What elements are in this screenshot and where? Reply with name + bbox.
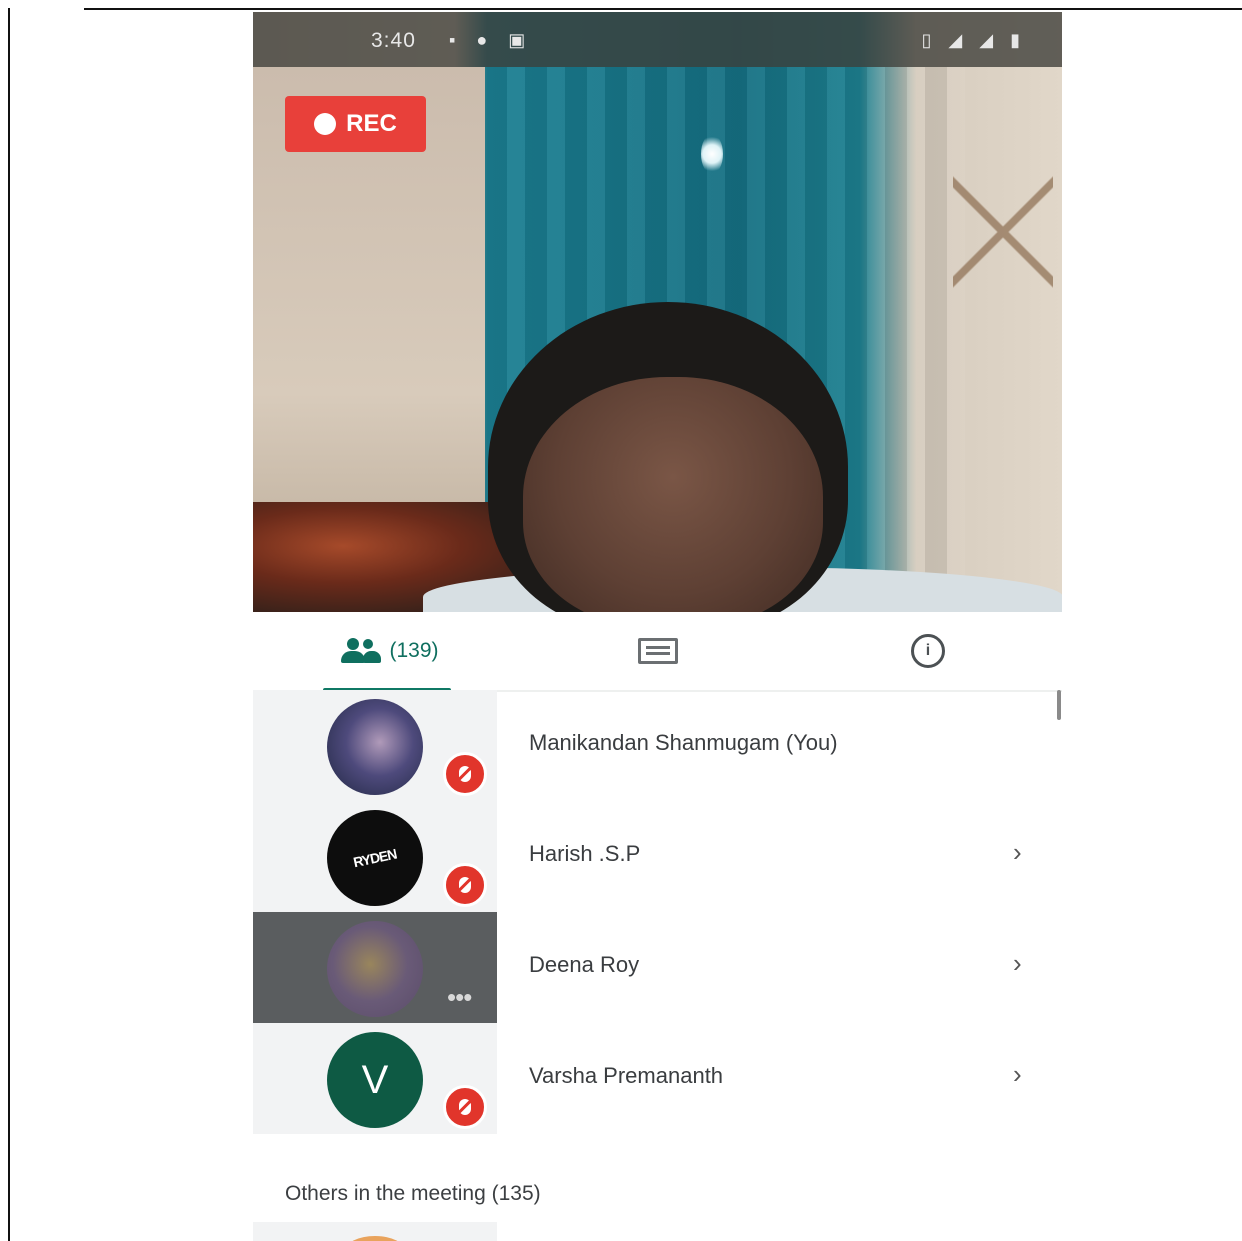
participant-row[interactable]: Manikandan Shanmugam (You) bbox=[253, 690, 1062, 801]
participant-name: Manikandan Shanmugam (You) bbox=[529, 730, 838, 755]
avatar-cell: RYDEN bbox=[253, 801, 497, 912]
speaking-indicator-icon: ••• bbox=[447, 982, 472, 1012]
participant-name: Harish .S.P bbox=[529, 841, 641, 866]
participant-name: Deena Roy bbox=[529, 952, 640, 977]
avatar-cell bbox=[253, 690, 497, 801]
avatar bbox=[327, 699, 423, 795]
avatar-logo-text: RYDEN bbox=[352, 845, 398, 871]
avatar: RYDEN bbox=[327, 810, 423, 906]
info-icon: i bbox=[911, 634, 945, 668]
recording-badge: REC bbox=[285, 96, 426, 152]
main-video[interactable]: 3:40 ▪ ● ▣ ▯ ◢ ◢ ▮ REC bbox=[253, 12, 1062, 612]
tab-info[interactable]: i bbox=[883, 612, 973, 690]
mic-off-icon bbox=[443, 1085, 487, 1129]
participant-row[interactable]: V Varsha Premananth › bbox=[253, 1023, 1062, 1134]
recording-label: REC bbox=[346, 110, 397, 137]
status-time: 3:40 bbox=[371, 29, 416, 52]
tab-people[interactable]: (139) bbox=[323, 612, 457, 692]
chevron-right-icon[interactable]: › bbox=[1013, 1059, 1022, 1090]
chat-icon bbox=[638, 638, 678, 664]
avatar-initial: V bbox=[361, 1057, 389, 1102]
avatar bbox=[327, 921, 423, 1017]
avatar-cell: V bbox=[253, 1023, 497, 1134]
people-icon bbox=[341, 638, 382, 664]
video-background-light bbox=[701, 134, 723, 174]
participant-name: Varsha Premananth bbox=[529, 1063, 724, 1088]
chevron-right-icon[interactable]: › bbox=[1013, 837, 1022, 868]
avatar-cell: ••• bbox=[253, 912, 497, 1023]
meeting-tabs: (139) i bbox=[253, 612, 1062, 692]
record-dot-icon bbox=[314, 113, 337, 135]
people-count: (139) bbox=[389, 639, 439, 662]
avatar bbox=[345, 1236, 405, 1241]
system-status-icons: ▯ ◢ ◢ ▮ bbox=[921, 30, 1026, 50]
avatar: V bbox=[327, 1032, 423, 1128]
participant-row[interactable]: ••• Deena Roy › bbox=[253, 912, 1062, 1023]
others-section-heading: Others in the meeting (135) bbox=[285, 1182, 541, 1205]
video-background-decor bbox=[953, 172, 1053, 292]
status-bar: 3:40 ▪ ● ▣ ▯ ◢ ◢ ▮ bbox=[253, 12, 1062, 67]
frame-border-left bbox=[8, 8, 10, 1241]
mic-off-icon bbox=[443, 752, 487, 796]
mic-off-icon bbox=[443, 863, 487, 907]
tab-chat[interactable] bbox=[613, 612, 703, 690]
meet-screen: 3:40 ▪ ● ▣ ▯ ◢ ◢ ▮ REC (139) i Manikanda… bbox=[253, 12, 1062, 1241]
chevron-right-icon[interactable]: › bbox=[1013, 948, 1022, 979]
notification-icons: ▪ ● ▣ bbox=[449, 30, 534, 50]
frame-border-top bbox=[84, 8, 1242, 10]
video-person-face bbox=[523, 377, 823, 612]
participant-row-partial[interactable] bbox=[253, 1222, 497, 1241]
participant-row[interactable]: RYDEN Harish .S.P › bbox=[253, 801, 1062, 912]
